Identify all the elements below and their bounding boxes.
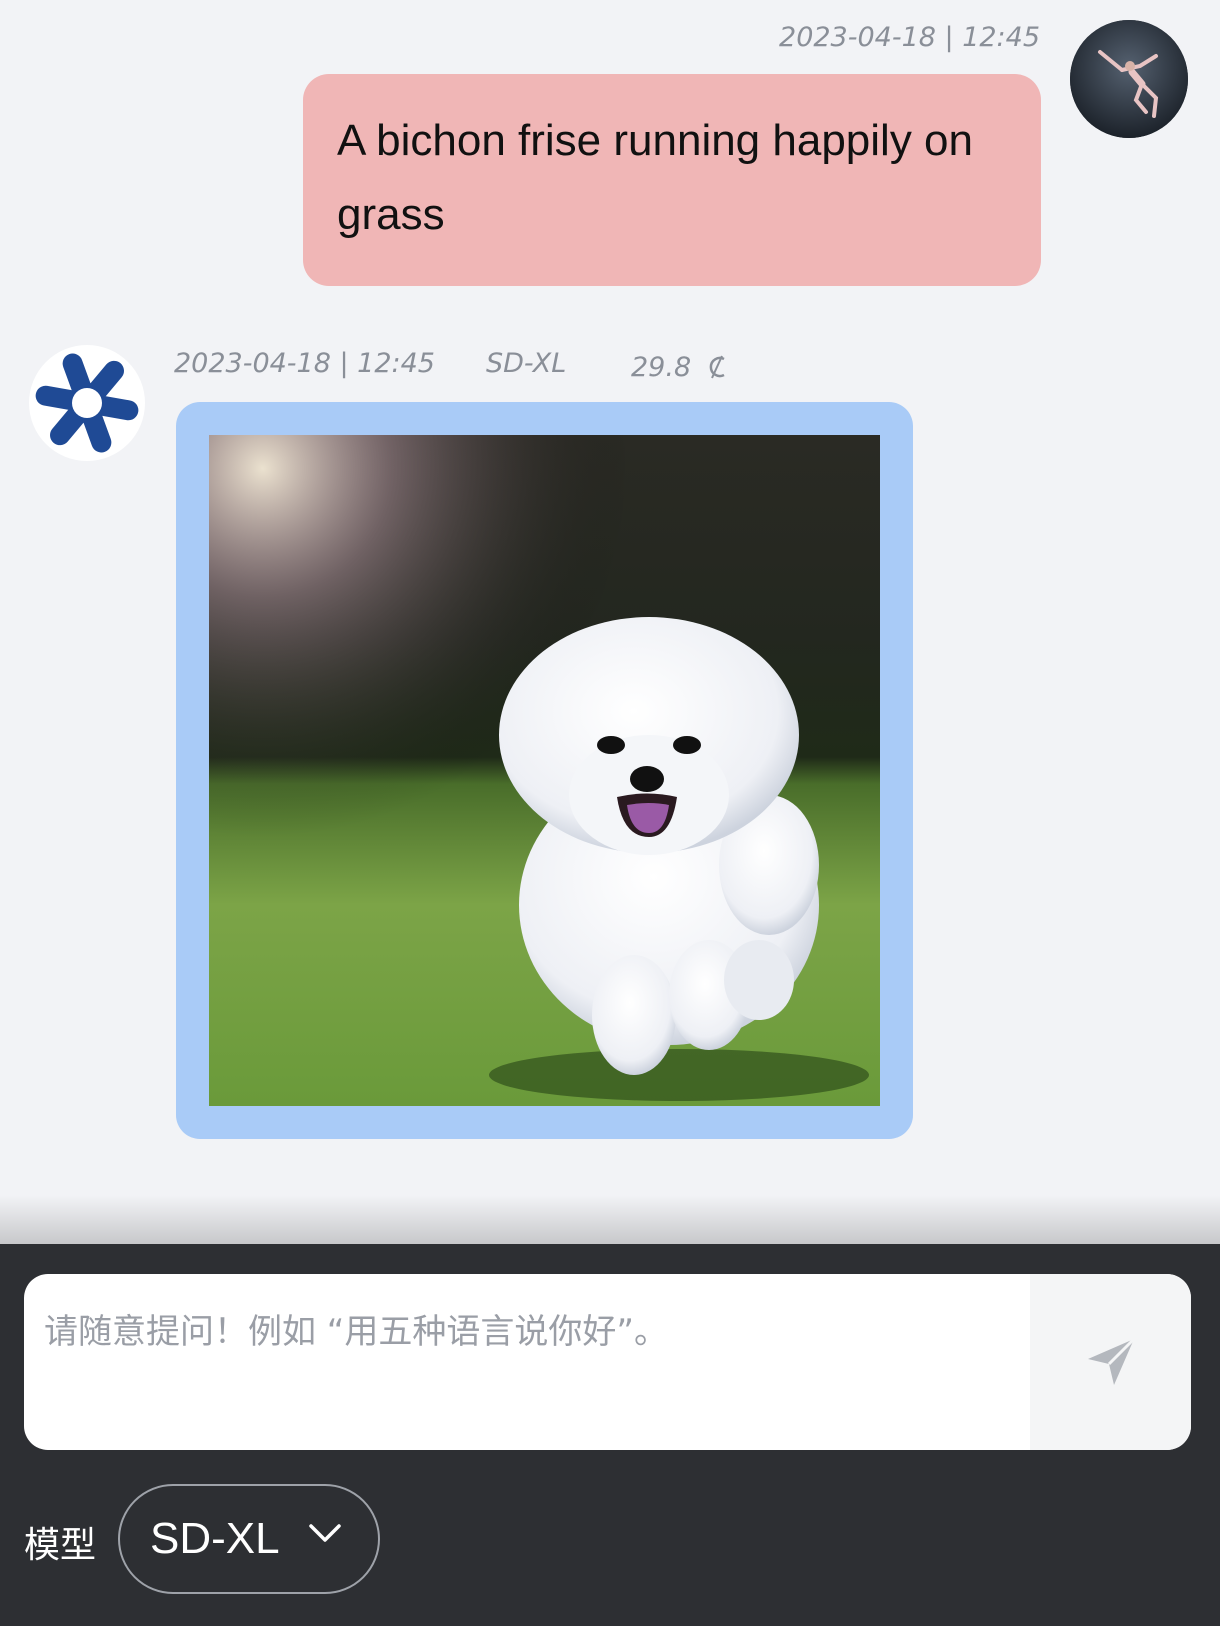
prompt-input[interactable]: 请随意提问！例如 “用五种语言说你好”。 bbox=[24, 1274, 1191, 1450]
bot-message-timestamp: 2023-04-18 | 12:45 bbox=[174, 348, 435, 379]
bot-logo-avatar bbox=[28, 344, 146, 462]
bot-message-model: SD-XL bbox=[486, 348, 567, 379]
model-label: 模型 bbox=[24, 1525, 97, 1566]
chevron-down-icon[interactable] bbox=[308, 1522, 342, 1546]
openai-logo-icon bbox=[28, 345, 146, 461]
user-message-bubble[interactable]: A bichon frise running happily on grass bbox=[303, 74, 1041, 286]
user-message-timestamp: 2023-04-18 | 12:45 bbox=[779, 22, 1040, 53]
footer-shadow bbox=[0, 1195, 1220, 1245]
send-button[interactable] bbox=[1030, 1274, 1191, 1450]
prompt-input-placeholder[interactable]: 请随意提问！例如 “用五种语言说你好”。 bbox=[44, 1304, 668, 1353]
send-icon[interactable] bbox=[1084, 1335, 1138, 1389]
model-select-dropdown[interactable]: SD-XL bbox=[118, 1484, 380, 1594]
dancer-avatar-image bbox=[1070, 20, 1188, 138]
bot-message-cost: 29.8 bbox=[631, 352, 692, 383]
credit-coin-icon bbox=[704, 352, 730, 389]
model-select-value[interactable]: SD-XL bbox=[150, 1514, 280, 1564]
generated-image[interactable] bbox=[209, 435, 880, 1106]
generated-image-card[interactable] bbox=[176, 402, 913, 1139]
user-avatar[interactable] bbox=[1070, 20, 1188, 138]
composer-footer: 请随意提问！例如 “用五种语言说你好”。 模型 SD-XL bbox=[0, 1244, 1220, 1626]
